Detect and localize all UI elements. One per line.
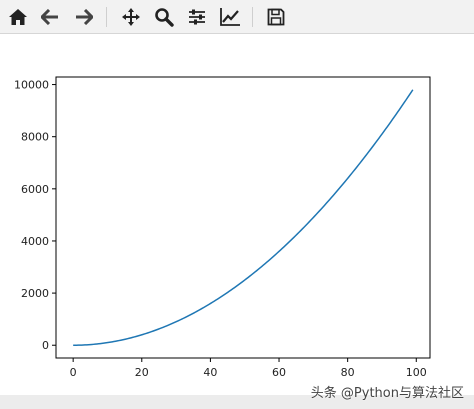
x-tick-label: 20 — [135, 366, 149, 379]
y-tick-label: 10000 — [14, 79, 49, 92]
x-tick-label: 60 — [272, 366, 286, 379]
y-tick-label: 4000 — [21, 235, 49, 248]
toolbar-separator — [106, 7, 107, 27]
pan-icon — [122, 8, 140, 26]
plot-area: 0 20 40 60 80 100 0 2000 4000 6000 8000 10000 — [0, 34, 474, 395]
series-line — [73, 89, 414, 346]
forward-button[interactable] — [72, 5, 96, 29]
x-tick-label: 100 — [406, 366, 427, 379]
back-button[interactable] — [38, 5, 62, 29]
forward-arrow-icon — [76, 9, 93, 25]
save-button[interactable] — [264, 5, 288, 29]
zoom-icon — [155, 8, 174, 27]
configure-subplots-button[interactable] — [185, 5, 209, 29]
zoom-button[interactable] — [152, 5, 176, 29]
toolbar-separator — [252, 7, 253, 27]
x-tick-label: 0 — [70, 366, 77, 379]
home-icon — [9, 9, 27, 25]
line-chart: 0 20 40 60 80 100 0 2000 4000 6000 8000 10000 — [14, 76, 431, 379]
save-icon — [267, 8, 285, 26]
x-tick-label: 40 — [203, 366, 217, 379]
edit-axis-button[interactable] — [218, 5, 242, 29]
axes-frame — [55, 76, 431, 359]
watermark: 头条 @Python与算法社区 — [310, 386, 464, 401]
configure-subplots-icon — [189, 9, 205, 25]
pan-button[interactable] — [119, 5, 143, 29]
edit-axis-icon — [220, 8, 240, 26]
home-button[interactable] — [6, 5, 30, 29]
y-tick-label: 8000 — [21, 131, 49, 144]
y-tick-label: 2000 — [21, 287, 49, 300]
back-arrow-icon — [41, 9, 58, 25]
toolbar — [0, 0, 474, 34]
y-tick-label: 0 — [42, 339, 49, 352]
y-tick-label: 6000 — [21, 183, 49, 196]
x-tick-label: 80 — [341, 366, 355, 379]
